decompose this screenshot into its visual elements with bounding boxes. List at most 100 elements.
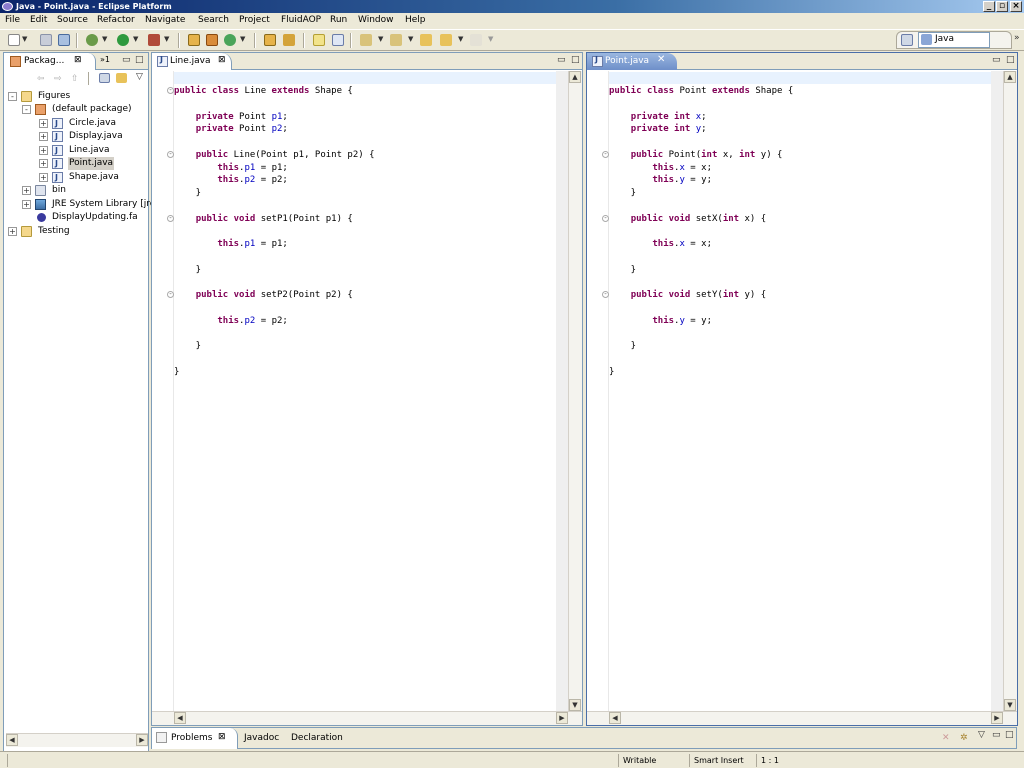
scroll-down-icon[interactable]: ▼ <box>1004 699 1016 711</box>
code-text-area[interactable]: public class Point extends Shape { priva… <box>609 85 793 378</box>
last-edit-location-icon[interactable] <box>420 34 432 46</box>
tab-point-java[interactable]: Point.java ✕ <box>587 53 677 70</box>
forward-icon[interactable]: ⇨ <box>54 75 62 84</box>
new-icon[interactable] <box>8 34 20 46</box>
back-icon[interactable] <box>440 34 452 46</box>
scroll-left-icon[interactable]: ◀ <box>174 712 186 724</box>
minimize-button[interactable]: _ <box>983 1 995 12</box>
collapse-icon[interactable]: - <box>8 92 17 101</box>
maximize-view-icon[interactable]: □ <box>135 56 144 65</box>
save-icon[interactable] <box>40 34 52 46</box>
menu-navigate[interactable]: Navigate <box>145 13 185 28</box>
expand-icon[interactable]: + <box>39 146 48 155</box>
vertical-scrollbar[interactable]: ▲ ▼ <box>568 71 582 711</box>
scroll-up-icon[interactable]: ▲ <box>1004 71 1016 83</box>
tab-problems[interactable]: Problems ⊠ <box>152 728 238 749</box>
code-text-area[interactable]: public class Line extends Shape { privat… <box>174 85 375 378</box>
minimize-view-icon[interactable]: ▭ <box>557 56 566 65</box>
close-tab-icon[interactable]: ⊠ <box>218 55 226 65</box>
expand-icon[interactable]: + <box>39 119 48 128</box>
horizontal-scrollbar[interactable]: ◀ ▶ <box>152 711 582 725</box>
forward-dropdown-icon[interactable]: ▼ <box>488 35 493 43</box>
fold-toggle-icon[interactable]: - <box>602 215 609 222</box>
horizontal-scrollbar[interactable]: ◀ ▶ <box>6 733 148 747</box>
scroll-down-icon[interactable]: ▼ <box>569 699 581 711</box>
external-tools-dropdown-icon[interactable]: ▼ <box>164 35 169 43</box>
filter-icon[interactable]: ✲ <box>960 734 968 743</box>
fold-toggle-icon[interactable]: - <box>167 215 174 222</box>
back-dropdown-icon[interactable]: ▼ <box>458 35 463 43</box>
up-icon[interactable]: ⇧ <box>71 75 79 84</box>
minimize-view-icon[interactable]: ▭ <box>992 731 1001 740</box>
run-icon[interactable] <box>117 34 129 46</box>
tab-package-explorer[interactable]: Packag... ⊠ <box>4 53 96 70</box>
open-type-icon[interactable] <box>264 34 276 46</box>
scroll-right-icon[interactable]: ▶ <box>556 712 568 724</box>
next-annotation-dropdown-icon[interactable]: ▼ <box>378 35 383 43</box>
menu-source[interactable]: Source <box>57 13 88 28</box>
expand-icon[interactable]: + <box>39 132 48 141</box>
view-overflow-label[interactable]: »1 <box>100 55 110 64</box>
expand-icon[interactable]: + <box>22 200 31 209</box>
menu-fluidaop[interactable]: FluidAOP <box>281 13 321 28</box>
toolbar-overflow-icon[interactable]: » <box>1014 34 1020 43</box>
menu-project[interactable]: Project <box>239 13 270 28</box>
vertical-scrollbar[interactable]: ▲ ▼ <box>1003 71 1017 711</box>
menu-run[interactable]: Run <box>330 13 347 28</box>
close-tab-icon[interactable]: ✕ <box>657 54 665 65</box>
show-source-icon[interactable] <box>332 34 344 46</box>
view-menu-icon[interactable]: ▽ <box>978 731 985 740</box>
fold-toggle-icon[interactable]: - <box>167 291 174 298</box>
maximize-view-icon[interactable]: □ <box>571 56 580 65</box>
run-dropdown-icon[interactable]: ▼ <box>133 35 138 43</box>
next-annotation-icon[interactable] <box>360 34 372 46</box>
collapse-icon[interactable]: - <box>22 105 31 114</box>
scroll-right-icon[interactable]: ▶ <box>991 712 1003 724</box>
fold-toggle-icon[interactable]: - <box>167 87 174 94</box>
scroll-up-icon[interactable]: ▲ <box>569 71 581 83</box>
horizontal-scrollbar[interactable]: ◀ ▶ <box>587 711 1017 725</box>
expand-icon[interactable]: + <box>39 173 48 182</box>
expand-icon[interactable]: + <box>39 159 48 168</box>
java-perspective-button[interactable]: Java <box>918 32 990 48</box>
toggle-mark-occurrences-icon[interactable] <box>313 34 325 46</box>
expand-icon[interactable]: + <box>8 227 17 236</box>
maximize-view-icon[interactable]: □ <box>1005 731 1014 740</box>
link-with-editor-icon[interactable] <box>116 73 127 83</box>
scroll-left-icon[interactable]: ◀ <box>609 712 621 724</box>
menu-file[interactable]: File <box>5 13 20 28</box>
close-tab-icon[interactable]: ⊠ <box>74 55 82 65</box>
previous-annotation-dropdown-icon[interactable]: ▼ <box>408 35 413 43</box>
view-menu-icon[interactable]: ▽ <box>136 73 143 82</box>
tab-javadoc[interactable]: Javadoc <box>244 733 279 743</box>
fold-toggle-icon[interactable]: - <box>602 151 609 158</box>
external-tools-icon[interactable] <box>148 34 160 46</box>
menu-window[interactable]: Window <box>358 13 394 28</box>
minimize-view-icon[interactable]: ▭ <box>122 56 131 65</box>
scroll-left-icon[interactable]: ◀ <box>6 734 18 746</box>
fold-toggle-icon[interactable]: - <box>602 291 609 298</box>
scroll-right-icon[interactable]: ▶ <box>136 734 148 746</box>
minimize-view-icon[interactable]: ▭ <box>992 56 1001 65</box>
editor-body[interactable]: public class Point extends Shape { priva… <box>587 71 1017 725</box>
expand-icon[interactable]: + <box>22 186 31 195</box>
new-java-project-icon[interactable] <box>188 34 200 46</box>
back-icon[interactable]: ⇦ <box>37 75 45 84</box>
forward-icon[interactable] <box>470 34 482 46</box>
new-dropdown-icon[interactable]: ▼ <box>22 35 27 43</box>
collapse-all-icon[interactable] <box>99 73 110 83</box>
editor-body[interactable]: public class Line extends Shape { privat… <box>152 71 582 725</box>
print-icon[interactable] <box>58 34 70 46</box>
new-class-dropdown-icon[interactable]: ▼ <box>240 35 245 43</box>
new-class-icon[interactable] <box>224 34 236 46</box>
maximize-view-icon[interactable]: □ <box>1006 56 1015 65</box>
menu-refactor[interactable]: Refactor <box>97 13 135 28</box>
menu-search[interactable]: Search <box>198 13 229 28</box>
menu-edit[interactable]: Edit <box>30 13 47 28</box>
restore-button[interactable]: ▫ <box>996 1 1008 12</box>
close-tab-icon[interactable]: ⊠ <box>218 732 226 742</box>
new-package-icon[interactable] <box>206 34 218 46</box>
debug-icon[interactable] <box>86 34 98 46</box>
delete-icon[interactable]: ✕ <box>942 734 950 743</box>
fold-toggle-icon[interactable]: - <box>167 151 174 158</box>
